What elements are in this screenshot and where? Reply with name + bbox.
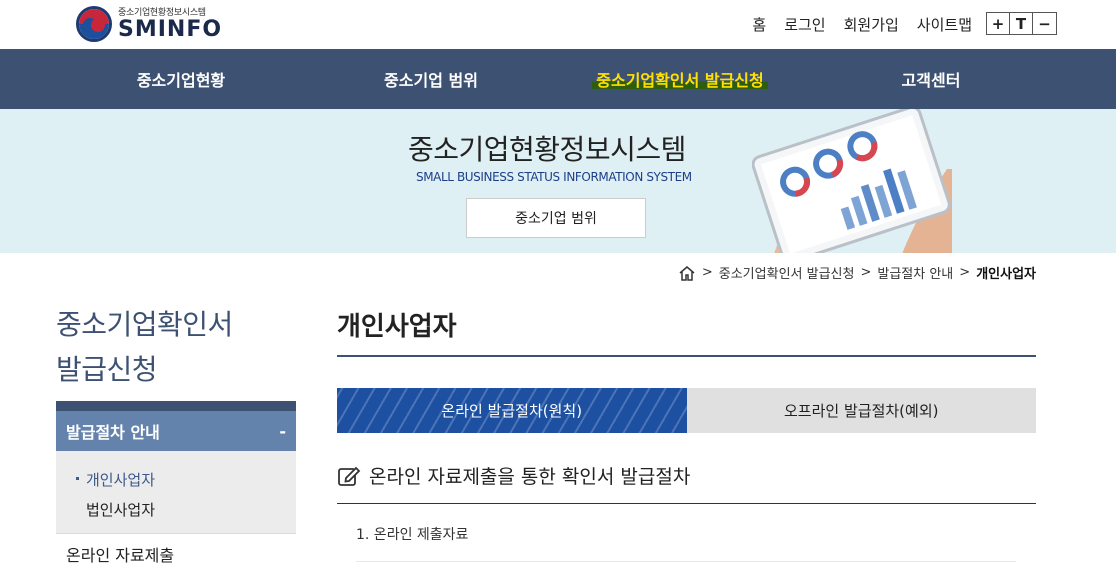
sidebar-item-individual[interactable]: 개인사업자 (76, 465, 296, 495)
nav-company-status[interactable]: 중소기업현황 (100, 49, 262, 109)
home-icon[interactable] (678, 265, 696, 281)
breadcrumb-item[interactable]: 발급절차 안내 (877, 263, 953, 282)
edit-icon (338, 466, 361, 486)
tab-offline[interactable]: 오프라인 발급절차(예외) (686, 388, 1036, 433)
tab-online[interactable]: 온라인 발급절차(원칙) (337, 388, 687, 433)
hero-banner: 중소기업현황정보시스템 SMALL BUSINESS STATUS INFORM… (0, 109, 1116, 253)
section-heading: 온라인 자료제출을 통한 확인서 발급절차 (337, 462, 690, 489)
procedure-tabs: 온라인 발급절차(원칙) 오프라인 발급절차(예외) (337, 388, 1036, 433)
collapse-icon[interactable]: - (279, 422, 286, 441)
logo-name: SMINFO (118, 17, 223, 42)
chevron-right-icon: > (860, 265, 872, 280)
hero-subtitle: SMALL BUSINESS STATUS INFORMATION SYSTEM (416, 170, 692, 184)
utility-links: 홈 로그인 회원가입 사이트맵 (752, 14, 972, 35)
section-divider (337, 503, 1036, 504)
main-nav: 중소기업현황 중소기업 범위 중소기업확인서 발급신청 고객센터 (0, 49, 1116, 109)
font-increase-button[interactable]: + (987, 13, 1010, 34)
signup-link[interactable]: 회원가입 (844, 14, 899, 35)
home-link[interactable]: 홈 (752, 14, 766, 35)
nav-customer-center[interactable]: 고객센터 (850, 49, 1012, 109)
breadcrumb: > 중소기업확인서 발급신청 > 발급절차 안내 > 개인사업자 (678, 263, 1036, 282)
chevron-right-icon: > (959, 265, 971, 280)
font-reset-button[interactable]: T (1010, 13, 1033, 34)
breadcrumb-current: 개인사업자 (976, 267, 1036, 282)
sme-scope-button[interactable]: 중소기업 범위 (466, 198, 646, 238)
hero-title: 중소기업현황정보시스템 (408, 133, 686, 166)
sitemap-link[interactable]: 사이트맵 (917, 14, 972, 35)
nav-sme-scope[interactable]: 중소기업 범위 (350, 49, 512, 109)
sidebar-submenu: 개인사업자 법인사업자 (56, 451, 296, 533)
sidebar-item-corporate[interactable]: 법인사업자 (86, 495, 296, 525)
page-title: 개인사업자 (337, 312, 457, 342)
list-item: 1. 온라인 제출자료 (356, 527, 469, 543)
top-bar: 중소기업현황정보시스템 SMINFO 홈 로그인 회원가입 사이트맵 + T − (0, 0, 1116, 49)
chevron-right-icon: > (701, 265, 713, 280)
taegeuk-logo-icon (76, 5, 112, 42)
breadcrumb-item[interactable]: 중소기업확인서 발급신청 (719, 263, 855, 282)
row-divider (356, 561, 1016, 562)
nav-certificate-apply[interactable]: 중소기업확인서 발급신청 (560, 49, 800, 109)
font-decrease-button[interactable]: − (1033, 13, 1056, 34)
site-logo[interactable]: 중소기업현황정보시스템 SMINFO (76, 5, 222, 42)
font-size-controls: + T − (986, 12, 1057, 35)
sidebar: 발급절차 안내 - 개인사업자 법인사업자 온라인 자료제출 (56, 401, 296, 573)
sidebar-section-procedure[interactable]: 발급절차 안내 - (56, 411, 296, 451)
login-link[interactable]: 로그인 (784, 14, 825, 35)
title-divider (337, 355, 1036, 357)
tablet-illustration-icon (752, 109, 952, 253)
sidebar-item-online-submission[interactable]: 온라인 자료제출 (56, 533, 296, 573)
sidebar-title: 중소기업확인서 발급신청 (56, 308, 233, 386)
